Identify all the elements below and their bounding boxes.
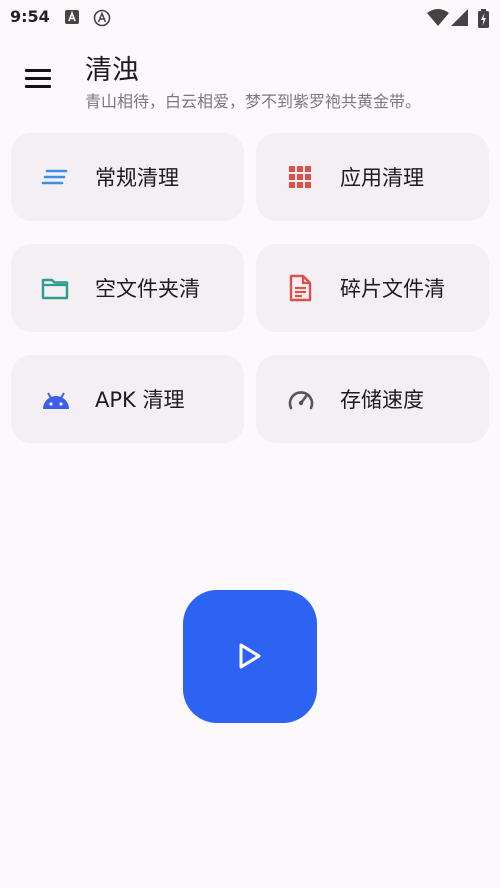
fragment-file-clean-label: 碎片文件清 <box>340 277 445 301</box>
grid-icon <box>286 163 314 191</box>
app-clean-button[interactable]: 应用清理 <box>256 133 489 221</box>
document-icon <box>286 274 314 302</box>
notification-a-icon <box>64 9 80 29</box>
menu-button[interactable] <box>18 58 58 98</box>
signal-icon <box>451 9 468 30</box>
battery-charging-icon <box>478 9 489 32</box>
page-subtitle: 青山相待，白云相爱，梦不到紫罗袍共黄金带。 <box>85 92 422 111</box>
apk-clean-label: APK 清理 <box>95 388 185 412</box>
storage-speed-label: 存储速度 <box>340 388 424 412</box>
apk-clean-button[interactable]: APK 清理 <box>11 355 244 443</box>
menu-icon <box>25 69 51 72</box>
empty-folder-clean-label: 空文件夹清 <box>95 277 200 301</box>
storage-speed-button[interactable]: 存储速度 <box>256 355 489 443</box>
status-time: 9:54 <box>10 7 50 26</box>
fragment-file-clean-button[interactable]: 碎片文件清 <box>256 244 489 332</box>
status-bar: 9:54 <box>0 0 500 34</box>
speedometer-icon <box>286 385 314 413</box>
app-bar: 清浊 青山相待，白云相爱，梦不到紫罗袍共黄金带。 <box>0 40 500 120</box>
wifi-icon <box>427 9 449 30</box>
folder-icon <box>41 274 69 302</box>
app-clean-label: 应用清理 <box>340 166 424 190</box>
page-title: 清浊 <box>85 55 139 86</box>
android-icon <box>41 385 69 413</box>
general-clean-button[interactable]: 常规清理 <box>11 133 244 221</box>
notification-circle-icon <box>93 9 111 31</box>
start-button[interactable] <box>183 590 317 723</box>
lines-icon <box>41 163 69 191</box>
general-clean-label: 常规清理 <box>95 166 179 190</box>
play-icon <box>239 643 261 669</box>
empty-folder-clean-button[interactable]: 空文件夹清 <box>11 244 244 332</box>
